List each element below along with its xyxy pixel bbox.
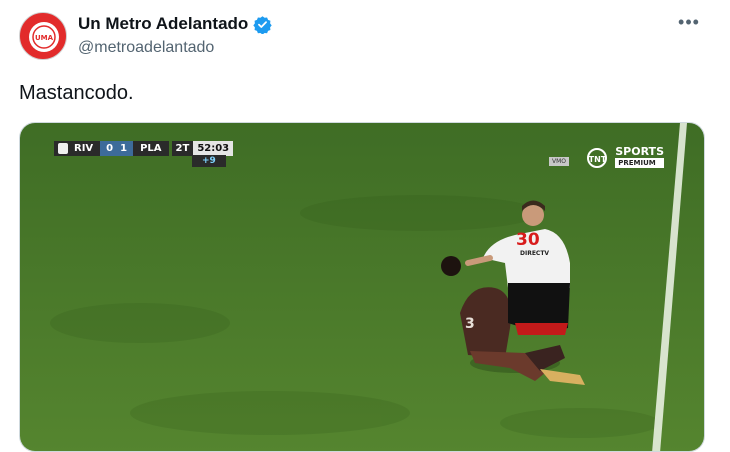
match-half: 2T [171, 141, 194, 156]
jersey-sponsor: DIRECTV [520, 250, 549, 257]
verified-badge-icon[interactable] [253, 15, 273, 35]
avatar-logo: UMA [24, 17, 64, 57]
match-clock: 52:03 [193, 141, 234, 156]
away-score: 1 [120, 143, 128, 154]
home-team: RIV [74, 143, 94, 154]
broadcaster-logo: TNT SPORTS PREMIUM [586, 145, 664, 168]
channel-name: SPORTS [615, 145, 664, 158]
away-team: PLA [140, 143, 162, 154]
video-frame: 3 30 DIRECTV [20, 123, 704, 451]
rating-badge: VMO [548, 157, 569, 166]
channel-tier: PREMIUM [615, 158, 664, 168]
tweet-text: Mastancodo. [19, 82, 134, 104]
display-name[interactable]: Un Metro Adelantado [78, 14, 248, 34]
more-options-icon[interactable]: ••• [676, 13, 702, 36]
home-score: 0 [106, 143, 114, 154]
avatar[interactable]: UMA [19, 12, 67, 60]
added-time: +9 [192, 155, 226, 167]
league-logo-icon [58, 143, 68, 154]
scoreboard: RIV 0 1 PLA 2T 52:03 [54, 141, 234, 156]
video-player[interactable]: 3 30 DIRECTV RIV 0 1 PLA 2T 52:03 +9 VMO… [19, 122, 705, 452]
avatar-text: UMA [35, 34, 54, 42]
white-jersey-number: 30 [516, 230, 540, 250]
handle[interactable]: @metroadelantado [78, 39, 214, 57]
tweet-header: UMA Un Metro Adelantado @metroadelantado… [19, 12, 709, 62]
dark-jersey-number: 3 [465, 316, 475, 332]
tnt-logo-icon: TNT [586, 147, 607, 168]
